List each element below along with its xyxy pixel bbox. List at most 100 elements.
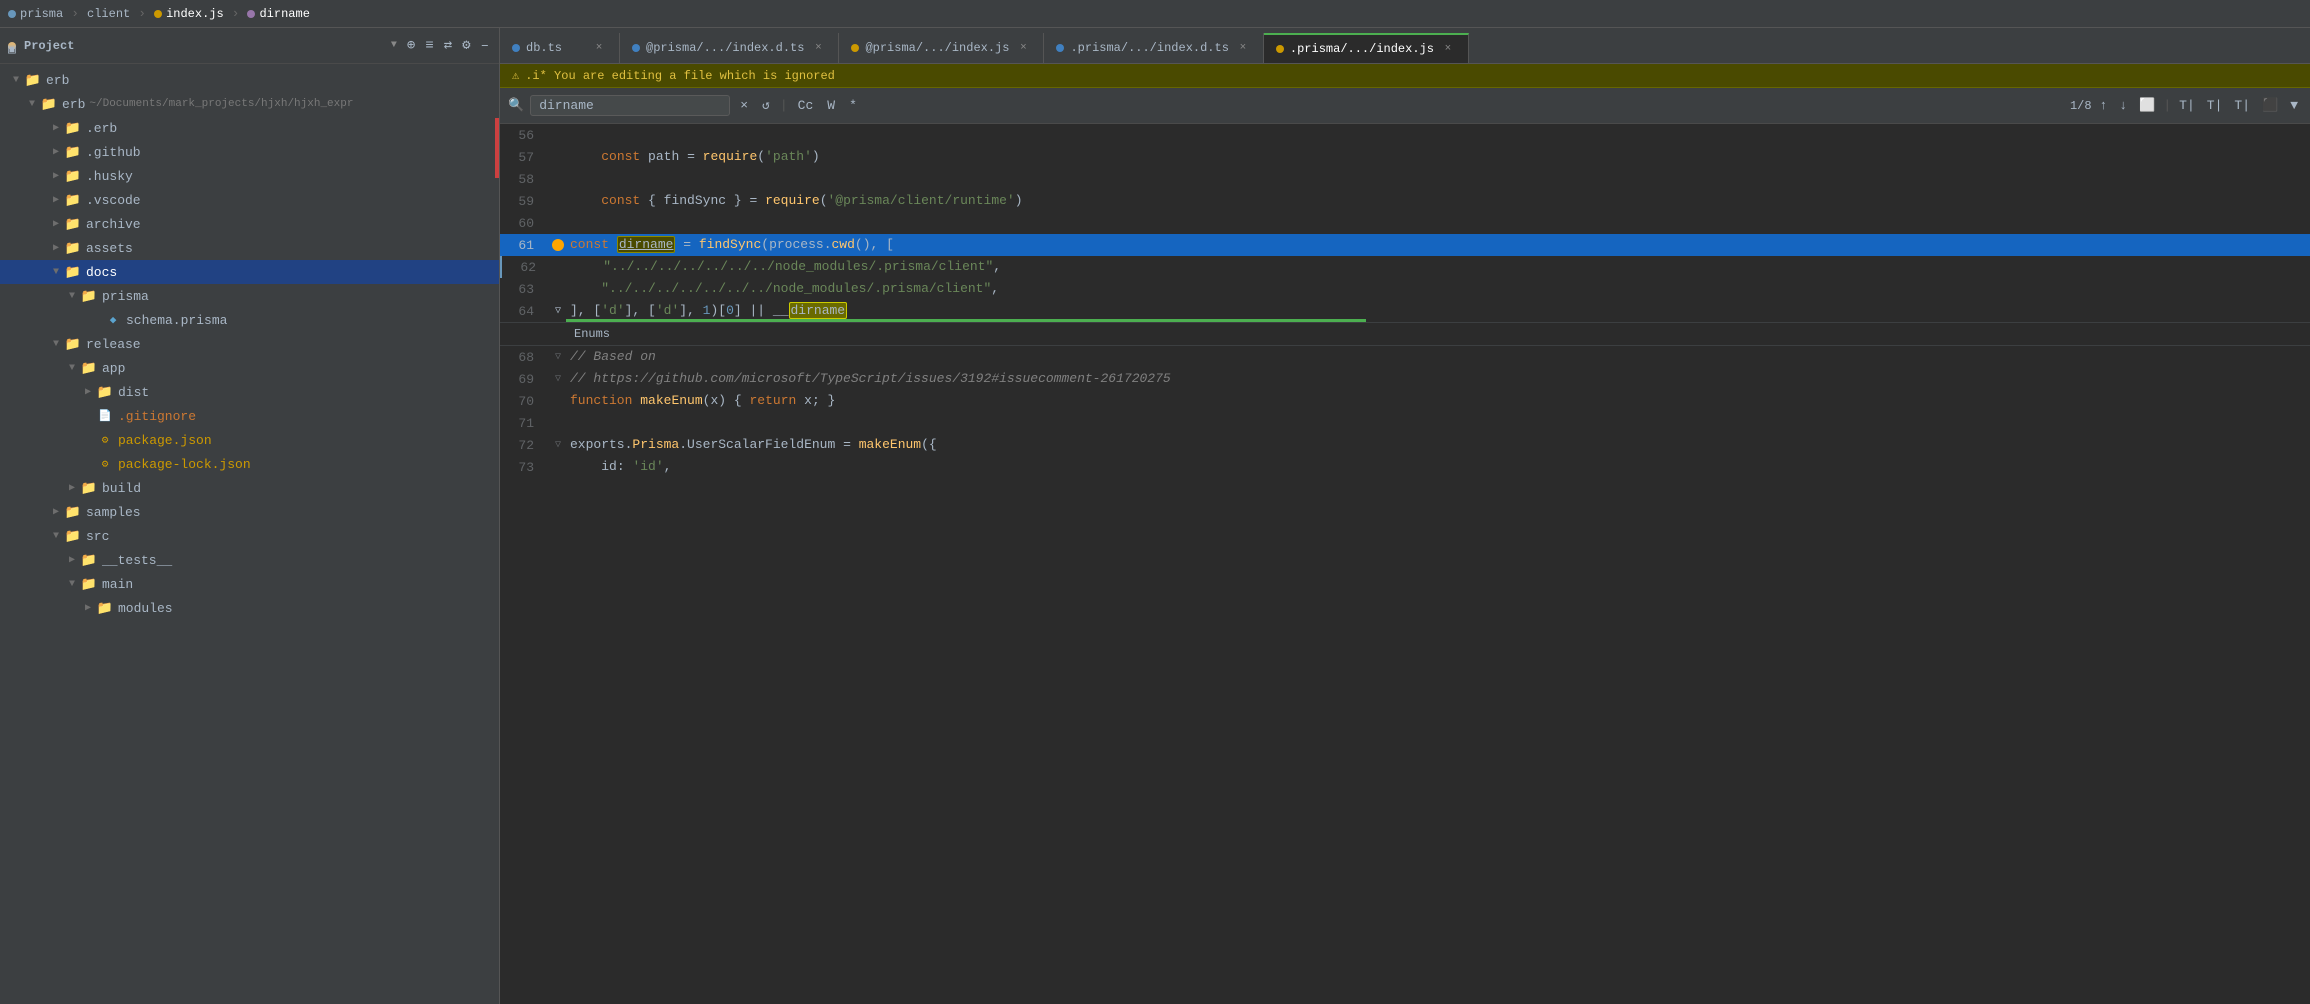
line-num-63: 63 bbox=[500, 278, 550, 300]
settings-icon[interactable]: ⚙ bbox=[460, 35, 472, 56]
gitignore-file-icon: 📄 bbox=[96, 409, 114, 423]
tree-item-modules[interactable]: 📁 modules bbox=[0, 596, 499, 620]
title-breadcrumb-client[interactable]: client bbox=[87, 7, 130, 21]
tree-item-vscode[interactable]: 📁 .vscode bbox=[0, 188, 499, 212]
title-breadcrumb-prisma[interactable]: prisma bbox=[8, 7, 63, 21]
tree-label-archive: archive bbox=[86, 217, 141, 232]
search-regex-btn[interactable]: * bbox=[845, 96, 861, 115]
warning-text: .i* You are editing a file which is igno… bbox=[525, 69, 835, 83]
tab-close-db-ts[interactable]: × bbox=[591, 40, 607, 56]
red-scroll-marker bbox=[495, 118, 499, 178]
tree-item-archive[interactable]: 📁 archive bbox=[0, 212, 499, 236]
tab-dotprisma-index-d-ts[interactable]: .prisma/.../index.d.ts × bbox=[1044, 33, 1263, 63]
tree-label-github: .github bbox=[86, 145, 141, 160]
tab-dotprisma-index-js[interactable]: .prisma/.../index.js × bbox=[1264, 33, 1469, 63]
tree-item-samples[interactable]: 📁 samples bbox=[0, 500, 499, 524]
line-content-56 bbox=[566, 124, 2310, 146]
tree-item-tests[interactable]: 📁 __tests__ bbox=[0, 548, 499, 572]
tree-arrow-archive bbox=[48, 218, 64, 230]
tree-item-src[interactable]: 📁 src bbox=[0, 524, 499, 548]
search-filter-btn[interactable]: ▼ bbox=[2286, 96, 2302, 115]
orange-breakpoint-dot bbox=[552, 239, 564, 251]
code-line-63: 63 "../../../../../../../node_modules/.p… bbox=[500, 278, 2310, 300]
line-num-60: 60 bbox=[500, 212, 550, 234]
search-controls: 1/8 ↑ ↓ ⬜ | T| T| T| ⬛ ▼ bbox=[2070, 96, 2302, 115]
tree-item-husky[interactable]: 📁 .husky bbox=[0, 164, 499, 188]
tree-item-app[interactable]: 📁 app bbox=[0, 356, 499, 380]
tree-label-main: main bbox=[102, 577, 133, 592]
line-num-71: 71 bbox=[500, 412, 550, 434]
tree-item-erb-sub[interactable]: 📁 erb ~/Documents/mark_projects/hjxh/hjx… bbox=[0, 92, 499, 116]
sync-icon[interactable]: ⊕ bbox=[405, 35, 417, 56]
search-whole-word-btn[interactable]: T| bbox=[2203, 96, 2227, 115]
tree-item-package-json[interactable]: ⚙ package.json bbox=[0, 428, 499, 452]
tree-label-assets: assets bbox=[86, 241, 133, 256]
tree-label-release: release bbox=[86, 337, 141, 352]
search-block-btn[interactable]: ⬛ bbox=[2258, 96, 2282, 115]
tree-label-package-json: package.json bbox=[118, 433, 212, 448]
tree-label-dist: dist bbox=[118, 385, 149, 400]
sidebar-dropdown-arrow[interactable]: ▼ bbox=[391, 40, 397, 51]
search-btn-3[interactable]: T| bbox=[2230, 96, 2254, 115]
editor-area: db.ts × @prisma/.../index.d.ts × @prisma… bbox=[500, 28, 2310, 1004]
tree-item-docs[interactable]: 📁 docs bbox=[0, 260, 499, 284]
tree-arrow-github bbox=[48, 146, 64, 158]
search-clear-btn[interactable]: × bbox=[736, 96, 752, 115]
code-line-58: 58 bbox=[500, 168, 2310, 190]
tab-prisma-index-d-ts-1[interactable]: @prisma/.../index.d.ts × bbox=[620, 33, 839, 63]
search-in-file-btn[interactable]: ⬜ bbox=[2135, 96, 2159, 115]
title-breadcrumb-dirname[interactable]: dirname bbox=[247, 7, 309, 21]
search-word-btn[interactable]: W bbox=[823, 96, 839, 115]
tab-close-index-d-ts-1[interactable]: × bbox=[810, 40, 826, 56]
tab-close-index-js-1[interactable]: × bbox=[1015, 40, 1031, 56]
folder-icon-husky: 📁 bbox=[64, 169, 82, 184]
tree-item-schema[interactable]: ◆ schema.prisma bbox=[0, 308, 499, 332]
folder-icon-samples: 📁 bbox=[64, 505, 82, 520]
search-refresh-btn[interactable]: ↺ bbox=[758, 96, 774, 115]
line-fold-71 bbox=[550, 412, 566, 434]
expand-all-icon[interactable]: ⇄ bbox=[442, 35, 454, 56]
line-content-59: const { findSync } = require('@prisma/cl… bbox=[566, 190, 2310, 212]
search-case-btn[interactable]: Cc bbox=[794, 96, 818, 115]
code-line-enums: Enums bbox=[500, 322, 2310, 346]
tree-item-prisma[interactable]: 📁 prisma bbox=[0, 284, 499, 308]
folder-icon-dist: 📁 bbox=[96, 385, 114, 400]
search-prev-btn[interactable]: ↑ bbox=[2096, 96, 2112, 115]
tree-path-hint: ~/Documents/mark_projects/hjxh/hjxh_expr bbox=[89, 98, 353, 110]
search-bar: 🔍 × ↺ | Cc W * 1/8 ↑ ↓ ⬜ | T| T| T| ⬛ ▼ bbox=[500, 88, 2310, 124]
var-dot bbox=[247, 10, 255, 18]
search-input[interactable] bbox=[530, 95, 730, 116]
tree-item-gitignore[interactable]: 📄 .gitignore bbox=[0, 404, 499, 428]
search-next-btn[interactable]: ↓ bbox=[2115, 96, 2131, 115]
line-fold-56 bbox=[550, 124, 566, 146]
tree-item-assets[interactable]: 📁 assets bbox=[0, 236, 499, 260]
tree-item-package-lock[interactable]: ⚙ package-lock.json bbox=[0, 452, 499, 476]
tab-close-dotprisma-d-ts[interactable]: × bbox=[1235, 40, 1251, 56]
tree-item-main[interactable]: 📁 main bbox=[0, 572, 499, 596]
code-line-72: 72 ▽ exports.Prisma.UserScalarFieldEnum … bbox=[500, 434, 2310, 456]
tab-db-ts[interactable]: db.ts × bbox=[500, 33, 620, 63]
tree-arrow-build bbox=[64, 482, 80, 494]
tree-item-build[interactable]: 📁 build bbox=[0, 476, 499, 500]
code-editor[interactable]: 56 57 const path = require('path') 58 bbox=[500, 124, 2310, 1004]
tree-item-dist[interactable]: 📁 dist bbox=[0, 380, 499, 404]
title-breadcrumb-indexjs[interactable]: index.js bbox=[154, 7, 224, 21]
collapse-all-icon[interactable]: ≡ bbox=[423, 36, 435, 56]
tree-arrow-release bbox=[48, 339, 64, 350]
tree-item-erb-root[interactable]: 📁 erb bbox=[0, 68, 499, 92]
tree-item-erb-folder[interactable]: 📁 .erb bbox=[0, 116, 499, 140]
tab-icon-dotprisma-js bbox=[1276, 45, 1284, 53]
file-tree: 📁 erb 📁 erb ~/Documents/mark_projects/hj… bbox=[0, 64, 499, 1004]
tab-close-dotprisma-js[interactable]: × bbox=[1440, 41, 1456, 57]
tree-item-release[interactable]: 📁 release bbox=[0, 332, 499, 356]
minimize-icon[interactable]: – bbox=[479, 36, 491, 56]
tab-prisma-index-js-1[interactable]: @prisma/.../index.js × bbox=[839, 33, 1044, 63]
tree-label-erb-sub: erb bbox=[62, 97, 85, 112]
tree-arrow-docs bbox=[48, 267, 64, 278]
line-num-73: 73 bbox=[500, 456, 550, 478]
tree-item-github[interactable]: 📁 .github bbox=[0, 140, 499, 164]
search-match-case-btn[interactable]: T| bbox=[2175, 96, 2199, 115]
line-fold-73 bbox=[550, 456, 566, 478]
main-layout: ▣ Project ▼ ⊕ ≡ ⇄ ⚙ – 📁 erb 📁 e bbox=[0, 28, 2310, 1004]
tab-label-db-ts: db.ts bbox=[526, 41, 562, 55]
